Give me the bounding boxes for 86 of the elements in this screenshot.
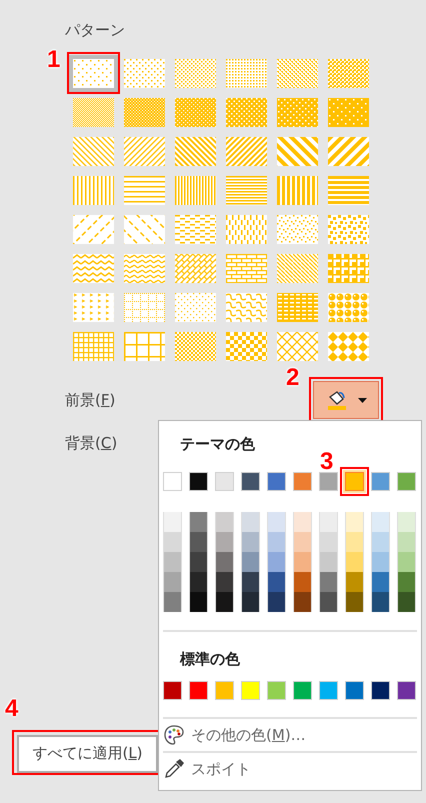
palette-heading: テーマの色 — [180, 434, 255, 455]
pattern-option[interactable] — [226, 176, 267, 205]
pattern-option[interactable] — [226, 332, 267, 361]
pattern-option[interactable] — [277, 137, 318, 166]
menu-item[interactable]: スポイト — [191, 758, 251, 780]
color-swatch[interactable] — [241, 472, 260, 491]
pattern-option[interactable] — [328, 98, 369, 127]
pattern-option[interactable] — [73, 332, 114, 361]
color-swatch[interactable] — [189, 681, 208, 700]
pattern-option[interactable] — [277, 215, 318, 244]
pattern-option[interactable] — [175, 59, 216, 88]
pattern-option[interactable] — [277, 98, 318, 127]
color-swatch[interactable] — [293, 681, 312, 700]
color-swatch[interactable] — [319, 472, 338, 491]
pattern-option[interactable] — [277, 293, 318, 322]
apply-to-all-button[interactable]: すべてに適用(L) — [17, 734, 158, 772]
pattern-option[interactable] — [226, 254, 267, 283]
color-swatch[interactable] — [319, 681, 338, 700]
pattern-option[interactable] — [73, 215, 114, 244]
color-swatch[interactable] — [397, 472, 416, 491]
highlight-box — [340, 467, 369, 496]
eyedropper-icon — [163, 758, 185, 780]
pattern-option[interactable] — [175, 215, 216, 244]
color-swatch[interactable] — [189, 472, 208, 491]
pattern-option[interactable] — [277, 332, 318, 361]
background-label: 背景(C) — [65, 433, 118, 454]
color-swatch[interactable] — [371, 472, 390, 491]
foreground-label: 前景(F) — [65, 390, 116, 411]
step-number: 2 — [286, 366, 300, 390]
pattern-option[interactable] — [226, 98, 267, 127]
pattern-option[interactable] — [73, 254, 114, 283]
highlight-box — [67, 52, 120, 94]
pattern-option[interactable] — [226, 59, 267, 88]
pattern-option[interactable] — [124, 59, 165, 88]
color-swatch[interactable] — [163, 472, 182, 491]
caret-icon — [358, 398, 366, 402]
pattern-option[interactable] — [73, 137, 114, 166]
pattern-option[interactable] — [328, 293, 369, 322]
pattern-option[interactable] — [328, 332, 369, 361]
menu-item[interactable]: その他の色(M)… — [191, 724, 306, 746]
pattern-option[interactable] — [328, 137, 369, 166]
pattern-option[interactable] — [124, 215, 165, 244]
color-swatch[interactable] — [267, 472, 286, 491]
pattern-option[interactable] — [124, 293, 165, 322]
pattern-option[interactable] — [277, 254, 318, 283]
pattern-option[interactable] — [124, 332, 165, 361]
color-swatch[interactable] — [371, 681, 390, 700]
pattern-option[interactable] — [175, 176, 216, 205]
pattern-option[interactable] — [175, 293, 216, 322]
palette-icon — [163, 724, 185, 746]
section-title: パターン — [65, 20, 125, 41]
pattern-option[interactable] — [277, 176, 318, 205]
pattern-option[interactable] — [73, 59, 114, 88]
pattern-option[interactable] — [277, 59, 318, 88]
pattern-option[interactable] — [73, 98, 114, 127]
pattern-option[interactable] — [73, 176, 114, 205]
pattern-option[interactable] — [124, 98, 165, 127]
pattern-option[interactable] — [328, 59, 369, 88]
pattern-option[interactable] — [175, 332, 216, 361]
pattern-option[interactable] — [226, 215, 267, 244]
color-swatch[interactable] — [215, 681, 234, 700]
color-swatch[interactable] — [241, 681, 260, 700]
pattern-option[interactable] — [124, 137, 165, 166]
color-swatch[interactable] — [163, 681, 182, 700]
pattern-option[interactable] — [328, 176, 369, 205]
pattern-option[interactable] — [124, 254, 165, 283]
color-swatch[interactable] — [215, 472, 234, 491]
pattern-option[interactable] — [175, 137, 216, 166]
step-number: 1 — [47, 48, 60, 72]
pattern-option[interactable] — [175, 254, 216, 283]
color-swatch[interactable] — [345, 681, 364, 700]
color-swatch[interactable] — [345, 472, 364, 491]
pattern-option[interactable] — [73, 293, 114, 322]
color-swatch[interactable] — [293, 472, 312, 491]
pattern-option[interactable] — [328, 254, 369, 283]
pattern-option[interactable] — [226, 137, 267, 166]
pattern-option[interactable] — [328, 215, 369, 244]
pattern-option[interactable] — [124, 176, 165, 205]
pattern-option[interactable] — [226, 293, 267, 322]
step-number: 4 — [5, 696, 18, 720]
palette-heading: 標準の色 — [180, 649, 240, 670]
paint-bucket-icon — [326, 389, 348, 411]
color-swatch[interactable] — [397, 681, 416, 700]
pattern-option[interactable] — [175, 98, 216, 127]
step-number: 3 — [320, 450, 334, 474]
color-swatch[interactable] — [267, 681, 286, 700]
